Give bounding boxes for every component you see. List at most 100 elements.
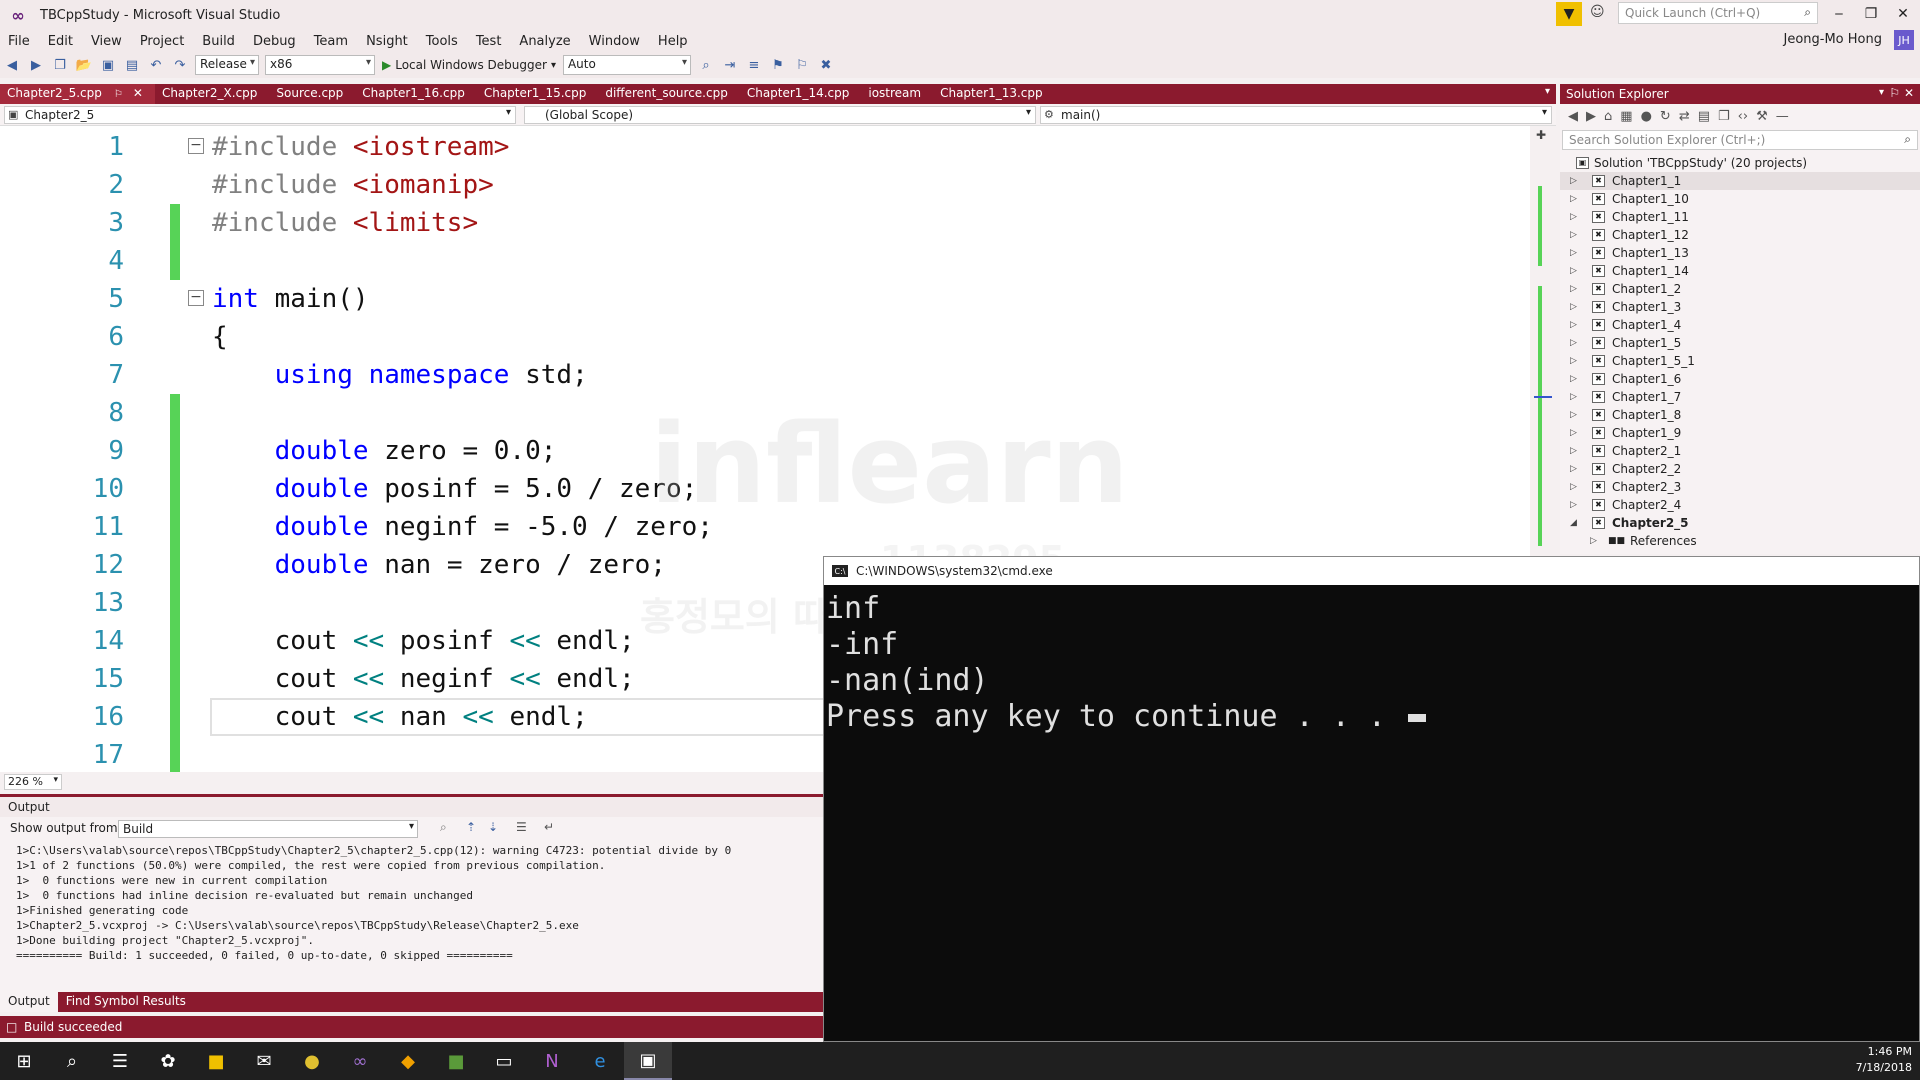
notification-filter-icon[interactable]: ▼ — [1556, 2, 1582, 26]
tab-overflow-icon[interactable]: ▾ — [1545, 86, 1550, 97]
menu-tools[interactable]: Tools — [418, 34, 468, 49]
member-combo[interactable]: ⚙ main() ▾ — [1040, 106, 1552, 124]
menu-view[interactable]: View — [83, 34, 132, 49]
code-line[interactable]: 9 double zero = 0.0; — [0, 432, 1530, 470]
comment-icon[interactable]: ≡ — [744, 55, 764, 75]
close-button[interactable]: ✕ — [1888, 2, 1918, 26]
previous-message-icon[interactable]: ⇡ — [466, 820, 476, 834]
tree-item-chapter1-1[interactable]: ▷ ✖ Chapter1_1 — [1560, 172, 1920, 190]
solution-search-input[interactable]: Search Solution Explorer (Ctrl+;) ⌕ — [1562, 130, 1918, 150]
expand-arrow-icon[interactable]: ▷ — [1570, 428, 1577, 438]
feedback-icon[interactable]: ☺ — [1590, 4, 1605, 20]
expand-arrow-icon[interactable]: ▷ — [1570, 248, 1577, 258]
expand-arrow-icon[interactable]: ▷ — [1570, 482, 1577, 492]
tree-item-chapter1-11[interactable]: ▷ ✖ Chapter1_11 — [1560, 208, 1920, 226]
expand-arrow-icon[interactable]: ▷ — [1570, 176, 1577, 186]
tree-item-chapter1-5[interactable]: ▷ ✖ Chapter1_5 — [1560, 334, 1920, 352]
tree-item-chapter2-2[interactable]: ▷ ✖ Chapter2_2 — [1560, 460, 1920, 478]
expand-arrow-icon[interactable]: ▷ — [1570, 320, 1577, 330]
tree-item-chapter1-2[interactable]: ▷ ✖ Chapter1_2 — [1560, 280, 1920, 298]
save-icon[interactable]: ▣ — [98, 55, 118, 75]
zoom-select[interactable]: 226 % ▾ — [4, 774, 62, 790]
menu-file[interactable]: File — [0, 34, 40, 49]
output-source-select[interactable]: Build ▾ — [118, 820, 418, 838]
window-icon[interactable]: ▭ — [480, 1042, 528, 1080]
paint-icon[interactable]: ✿ — [144, 1042, 192, 1080]
clear-all-icon[interactable]: ☰ — [516, 820, 527, 834]
new-project-icon[interactable]: ❐ — [50, 55, 70, 75]
menu-debug[interactable]: Debug — [245, 34, 306, 49]
tree-item-chapter1-9[interactable]: ▷ ✖ Chapter1_9 — [1560, 424, 1920, 442]
code-line[interactable]: 1 − #include <iostream> — [0, 128, 1530, 166]
menu-test[interactable]: Test — [468, 34, 512, 49]
code-line[interactable]: 10 double posinf = 5.0 / zero; — [0, 470, 1530, 508]
properties-icon[interactable]: ⚒ — [1756, 109, 1768, 124]
tree-item-chapter1-14[interactable]: ▷ ✖ Chapter1_14 — [1560, 262, 1920, 280]
expand-arrow-icon[interactable]: ▷ — [1570, 284, 1577, 294]
tab-different-source-cpp[interactable]: different_source.cpp — [598, 84, 739, 104]
code-line[interactable]: 6{ — [0, 318, 1530, 356]
start-icon[interactable]: ⊞ — [0, 1042, 48, 1080]
tab-chapter1-15-cpp[interactable]: Chapter1_15.cpp — [477, 84, 599, 104]
preview-icon[interactable]: — — [1776, 109, 1789, 124]
code-line[interactable]: 2 #include <iomanip> — [0, 166, 1530, 204]
expand-arrow-icon[interactable]: ▷ — [1570, 410, 1577, 420]
back-icon[interactable]: ◀ — [1568, 109, 1578, 124]
close-icon[interactable]: ✕ — [133, 86, 143, 100]
tree-item-chapter2-1[interactable]: ▷ ✖ Chapter2_1 — [1560, 442, 1920, 460]
tab-iostream[interactable]: iostream — [861, 84, 933, 104]
restore-button[interactable]: ❐ — [1856, 2, 1886, 26]
platform-select[interactable]: x86 ▾ — [265, 55, 375, 75]
menu-nsight[interactable]: Nsight — [358, 34, 418, 49]
tree-item-chapter1-7[interactable]: ▷ ✖ Chapter1_7 — [1560, 388, 1920, 406]
onenote-icon[interactable]: N — [528, 1042, 576, 1080]
switch-views-icon[interactable]: ▦ — [1620, 109, 1632, 124]
expand-arrow-icon[interactable]: ▷ — [1570, 266, 1577, 276]
pin-icon[interactable]: ⚐ — [1889, 86, 1900, 100]
expand-arrow-icon[interactable]: ▷ — [1570, 194, 1577, 204]
split-icon[interactable]: ✚ — [1536, 128, 1546, 142]
find-icon[interactable]: ⌕ — [696, 55, 716, 75]
cmd-taskbar-icon[interactable]: ▣ — [624, 1042, 672, 1080]
show-all-files-icon[interactable]: ❐ — [1718, 109, 1730, 124]
code-line[interactable]: 11 double neginf = -5.0 / zero; — [0, 508, 1530, 546]
menu-build[interactable]: Build — [194, 34, 245, 49]
search-icon[interactable]: ⌕ — [48, 1042, 96, 1080]
expand-arrow-icon[interactable]: ▷ — [1570, 356, 1577, 366]
close-icon[interactable]: ✕ — [1904, 86, 1914, 100]
home-icon[interactable]: ⌂ — [1604, 109, 1612, 124]
bookmark-icon[interactable]: ⚑ — [768, 55, 788, 75]
code-line[interactable]: 5 − int main() — [0, 280, 1530, 318]
back-icon[interactable]: ◀ — [2, 55, 22, 75]
code-line[interactable]: 4 — [0, 242, 1530, 280]
console-window[interactable]: C:\ C:\WINDOWS\system32\cmd.exe inf -inf -… — [823, 556, 1920, 1042]
menu-window[interactable]: Window — [581, 34, 650, 49]
menu-team[interactable]: Team — [306, 34, 358, 49]
expand-arrow-icon[interactable]: ▷ — [1570, 338, 1577, 348]
expand-arrow-icon[interactable]: ▷ — [1570, 500, 1577, 510]
sync-icon[interactable]: ● — [1641, 109, 1652, 124]
tab-chapter2-5-cpp[interactable]: Chapter2_5.cpp ⚐ ✕ — [0, 84, 155, 104]
edge-icon[interactable]: e — [576, 1042, 624, 1080]
menu-project[interactable]: Project — [132, 34, 194, 49]
file-explorer-icon[interactable]: ■ — [192, 1042, 240, 1080]
tab-source-cpp[interactable]: Source.cpp — [269, 84, 355, 104]
collapse-arrow-icon[interactable]: ◢ — [1570, 518, 1577, 528]
expand-arrow-icon[interactable]: ▷ — [1570, 302, 1577, 312]
redo-icon[interactable]: ↷ — [170, 55, 190, 75]
collapse-icon[interactable]: − — [188, 138, 204, 154]
expand-arrow-icon[interactable]: ▷ — [1570, 446, 1577, 456]
solution-config-select[interactable]: Auto ▾ — [562, 55, 691, 75]
tree-item-chapter2-3[interactable]: ▷ ✖ Chapter2_3 — [1560, 478, 1920, 496]
start-debugger-button[interactable]: ▶ Local Windows Debugger ▾ — [382, 58, 556, 72]
undo-icon[interactable]: ↶ — [146, 55, 166, 75]
user-name[interactable]: Jeong-Mo Hong — [1784, 32, 1883, 47]
avatar[interactable]: JH — [1894, 30, 1914, 50]
forward-icon[interactable]: ▶ — [26, 55, 46, 75]
tree-item-chapter2-5[interactable]: ◢ ✖ Chapter2_5 — [1560, 514, 1920, 532]
clear-bookmarks-icon[interactable]: ✖ — [816, 55, 836, 75]
tree-item-chapter1-3[interactable]: ▷ ✖ Chapter1_3 — [1560, 298, 1920, 316]
save-all-icon[interactable]: ▤ — [122, 55, 142, 75]
tab-find-symbol-results[interactable]: Find Symbol Results — [58, 992, 194, 1012]
tree-item-chapter1-6[interactable]: ▷ ✖ Chapter1_6 — [1560, 370, 1920, 388]
